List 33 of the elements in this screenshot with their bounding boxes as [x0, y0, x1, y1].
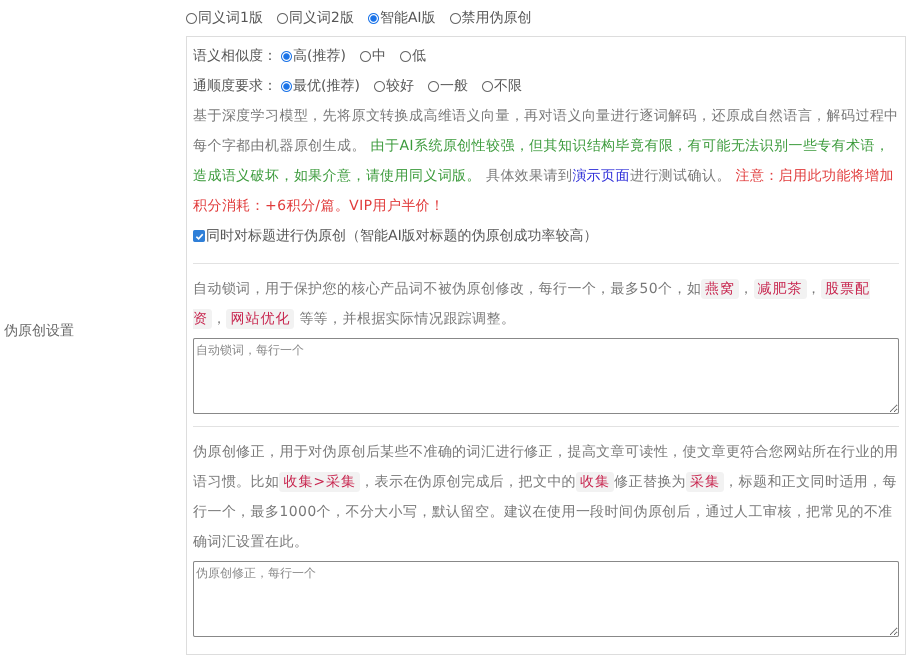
mode-option[interactable]: 同义词1版 [186, 9, 263, 27]
radio-icon[interactable] [360, 50, 371, 62]
radio-icon[interactable] [276, 12, 288, 24]
fluency-option[interactable]: 较好 [374, 77, 414, 95]
title-option[interactable]: 同时对标题进行伪原创（智能AI版对标题的伪原创成功率较高） [193, 227, 598, 245]
mode-option[interactable]: 禁用伪原创 [450, 9, 532, 27]
radio-icon[interactable] [368, 12, 379, 24]
radio-icon[interactable] [281, 80, 292, 92]
radio-icon[interactable] [482, 80, 493, 92]
corrections-field[interactable]: 伪原创修正，每行一个 [193, 561, 899, 637]
fluency-option[interactable]: 一般 [428, 77, 468, 95]
section-label: 伪原创设置 [3, 322, 75, 340]
checkbox-icon[interactable] [193, 230, 205, 242]
similarity-option[interactable]: 中 [360, 47, 386, 65]
ai-description: 基于深度学习模型，先将原文转换成高维语义向量，再对语义向量进行逐词解码，还原成自然语言，解码过程中每个字都由机器原创生成。 由于AI系统原创性较强，但其知识结构毕竟有限，有可能无法识别一些专有术语，造成语义破坏，如果介意，请使用同义词版。 具体效果请到演示页面进行测试确认。 注意：启用此功能将增加积分消耗：+6积分/篇。VIP用户半价！ [193, 107, 899, 216]
radio-icon[interactable] [374, 80, 385, 92]
mode-option[interactable]: 智能AI版 [368, 9, 436, 27]
similarity-option[interactable]: 高(推荐) [281, 47, 346, 65]
radio-icon[interactable] [450, 12, 461, 24]
radio-icon[interactable] [281, 50, 292, 62]
similarity-label: 语义相似度： [193, 47, 277, 65]
lock-words-field[interactable]: 自动锁词，每行一个 [193, 338, 899, 414]
fluency-label: 通顺度要求： [193, 77, 277, 95]
radio-icon[interactable] [400, 50, 411, 62]
fluency-option[interactable]: 最优(推荐) [281, 77, 360, 95]
mode-option[interactable]: 同义词2版 [276, 9, 354, 27]
corrections-description: 伪原创修正，用于对伪原创后某些不准确的词汇进行修正，提高文章可读性，使文章更符合您网站所在行业的用语习惯。比如 收集>采集 ，表示在伪原创完成后，把文中的 收集 修正替换为 采集 ，标题和正文同时适用，每行一个，最多1000个，不分大小写，默认留空。建议在使用一段时间伪原创后，通过人工审核，把常见的不准确词汇设置在此。 [193, 443, 899, 552]
demo-link[interactable]: 演示页面 [572, 168, 630, 184]
fluency-option[interactable]: 不限 [482, 77, 522, 95]
radio-icon[interactable] [186, 12, 197, 24]
similarity-option[interactable]: 低 [400, 47, 426, 65]
radio-icon[interactable] [428, 80, 439, 92]
lock-words-description: 自动锁词，用于保护您的核心产品词不被伪原创修改，每行一个，最多50个，如 燕窝 ， 减肥茶 ， 股票配资 ， 网站优化 等等，并根据实际情况跟踪调整。 [193, 278, 872, 331]
